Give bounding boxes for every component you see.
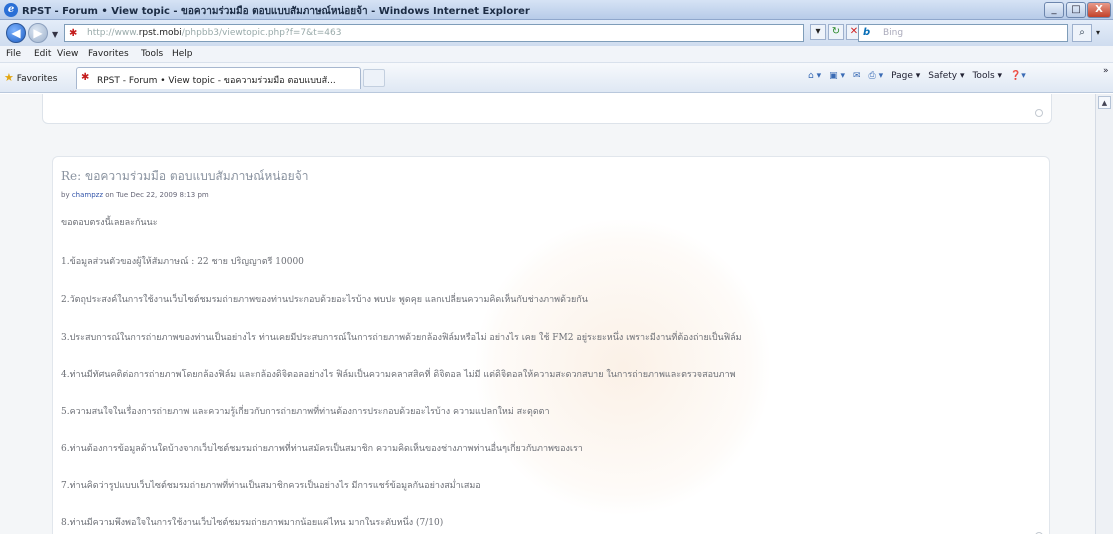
search-input[interactable]: b Bing bbox=[858, 24, 1068, 42]
byline-prefix: by bbox=[61, 191, 70, 199]
address-url: http://www.rpst.mobi/phpbb3/viewtopic.ph… bbox=[87, 28, 342, 38]
forward-button[interactable]: ▶ bbox=[28, 23, 48, 43]
feeds-icon[interactable]: ▣ ▾ bbox=[829, 71, 845, 81]
menu-tools[interactable]: Tools bbox=[141, 49, 163, 59]
answer-5: 5.ความสนใจในเรื่องการถ่ายภาพ และความรู้เ… bbox=[61, 407, 550, 417]
maximize-button[interactable]: □ bbox=[1066, 2, 1086, 18]
chevron-right-icon[interactable]: » bbox=[1103, 66, 1109, 76]
previous-post-card bbox=[42, 94, 1052, 124]
new-tab-button[interactable] bbox=[363, 69, 385, 87]
refresh-icon[interactable]: ↻ bbox=[828, 24, 844, 40]
back-button[interactable]: ◀ bbox=[6, 23, 26, 43]
mail-icon[interactable]: ✉ bbox=[853, 71, 861, 81]
minimize-button[interactable]: _ bbox=[1044, 2, 1064, 18]
favorites-button[interactable]: ★ Favorites bbox=[4, 71, 57, 84]
history-dropdown-icon[interactable]: ▼ bbox=[52, 30, 58, 39]
answer-6: 6.ท่านต้องการข้อมูลด้านใดบ้างจากเว็บไซต์… bbox=[61, 444, 583, 454]
bing-logo-icon: b bbox=[863, 27, 871, 38]
answer-3: 3.ประสบการณ์ในการถ่ายภาพของท่านเป็นอย่าง… bbox=[61, 333, 742, 343]
home-icon[interactable]: ⌂ ▾ bbox=[808, 71, 821, 81]
window-title: RPST - Forum • View topic - ขอความร่วมมื… bbox=[22, 6, 530, 17]
address-tools: ▾ ↻ ✕ bbox=[810, 24, 862, 42]
post-author-link[interactable]: champzz bbox=[72, 191, 103, 199]
tab-favicon-icon: ✱ bbox=[81, 72, 90, 83]
post-date: on Tue Dec 22, 2009 8:13 pm bbox=[105, 191, 209, 199]
post-byline: by champzz on Tue Dec 22, 2009 8:13 pm bbox=[61, 191, 209, 199]
menu-help[interactable]: Help bbox=[172, 49, 193, 59]
answer-4: 4.ท่านมีทัศนคติต่อการถ่ายภาพโดยกล้องฟิล์… bbox=[61, 370, 736, 380]
command-bar: ⌂ ▾ ▣ ▾ ✉ ⎙ ▾ Page ▾ Safety ▾ Tools ▾ ❓▾ bbox=[808, 71, 1026, 81]
help-icon[interactable]: ❓▾ bbox=[1010, 71, 1026, 81]
scroll-thumb[interactable] bbox=[1098, 112, 1111, 532]
answer-8: 8.ท่านมีความพึงพอใจในการใช้งานเว็บไซต์ชม… bbox=[61, 518, 444, 528]
back-to-top-icon[interactable] bbox=[1035, 109, 1043, 117]
safety-menu[interactable]: Safety ▾ bbox=[928, 71, 964, 81]
post-subject[interactable]: Re: ขอความร่วมมือ ตอบแบบสัมภาษณ์หน่อยจ้า bbox=[61, 167, 308, 186]
favorites-label: Favorites bbox=[16, 74, 58, 84]
forum-post: Re: ขอความร่วมมือ ตอบแบบสัมภาษณ์หน่อยจ้า… bbox=[52, 156, 1050, 534]
tab-label: RPST - Forum • View topic - ขอความร่วมมื… bbox=[97, 76, 336, 86]
site-favicon-icon: ✱ bbox=[69, 28, 78, 39]
address-toolbar: ◀ ▶ ▼ ✱ http://www.rpst.mobi/phpbb3/view… bbox=[0, 20, 1113, 46]
address-dropdown-icon[interactable]: ▾ bbox=[810, 24, 826, 40]
menu-view[interactable]: View bbox=[57, 49, 78, 59]
favorites-bar: ★ Favorites ✱ RPST - Forum • View topic … bbox=[0, 63, 1113, 93]
page-menu[interactable]: Page ▾ bbox=[891, 71, 920, 81]
menu-favorites[interactable]: Favorites bbox=[88, 49, 129, 59]
tools-menu[interactable]: Tools ▾ bbox=[972, 71, 1002, 81]
tab-rpst-forum[interactable]: ✱ RPST - Forum • View topic - ขอความร่วม… bbox=[76, 67, 361, 89]
window-titlebar: e RPST - Forum • View topic - ขอความร่วม… bbox=[0, 0, 1113, 20]
search-options-icon[interactable]: ▾ bbox=[1096, 28, 1100, 37]
scroll-up-icon[interactable]: ▲ bbox=[1098, 96, 1111, 109]
page-viewport: Re: ขอความร่วมมือ ตอบแบบสัมภาษณ์หน่อยจ้า… bbox=[0, 94, 1095, 534]
search-placeholder: Bing bbox=[883, 28, 904, 38]
answer-1: 1.ข้อมูลส่วนตัวของผู้ให้สัมภาษณ์ : 22 ชา… bbox=[61, 257, 304, 267]
menu-bar: File Edit View Favorites Tools Help bbox=[0, 46, 1113, 63]
vertical-scrollbar[interactable]: ▲ bbox=[1095, 94, 1113, 534]
post-greeting: ขอตอบตรงนี้เลยละกันนะ bbox=[61, 218, 158, 228]
address-input[interactable]: ✱ http://www.rpst.mobi/phpbb3/viewtopic.… bbox=[64, 24, 804, 42]
menu-edit[interactable]: Edit bbox=[34, 49, 51, 59]
star-icon: ★ bbox=[4, 71, 14, 84]
menu-file[interactable]: File bbox=[6, 49, 21, 59]
answer-7: 7.ท่านคิดว่ารูปแบบเว็บไซต์ชมรมถ่ายภาพที่… bbox=[61, 481, 481, 491]
search-button[interactable]: ⌕ bbox=[1072, 24, 1092, 42]
close-button[interactable]: X bbox=[1087, 2, 1111, 18]
answer-2: 2.วัตถุประสงค์ในการใช้งานเว็บไซต์ชมรมถ่า… bbox=[61, 295, 588, 305]
ie-logo-icon: e bbox=[4, 3, 18, 17]
print-icon[interactable]: ⎙ ▾ bbox=[869, 71, 884, 81]
